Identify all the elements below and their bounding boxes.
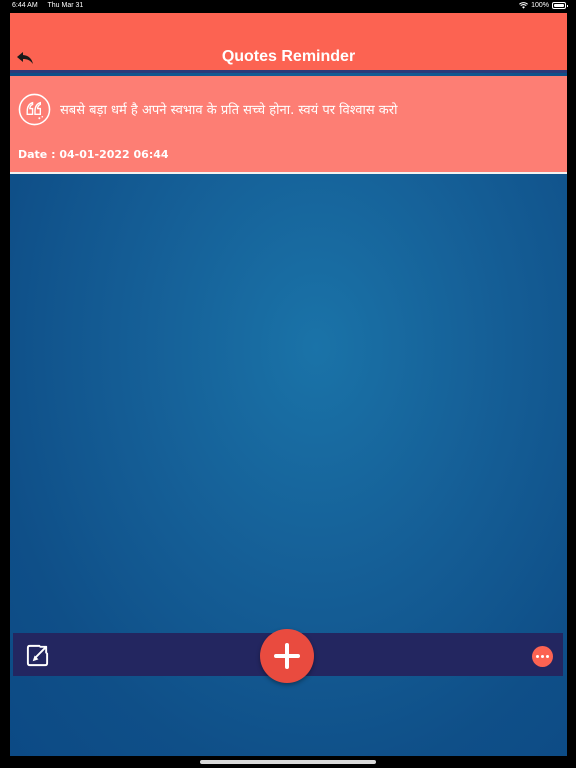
quote-date: Date : 04-01-2022 06:44	[18, 148, 169, 161]
quote-marks-icon	[18, 93, 51, 126]
status-left: 6:44 AM Thu Mar 31	[12, 2, 91, 9]
battery-fill	[554, 4, 564, 7]
battery-icon	[552, 2, 568, 9]
more-button[interactable]	[532, 646, 553, 667]
app-screen: Quotes Reminder सबसे बड़ा धर्म है अपने स…	[10, 13, 567, 756]
battery-percent: 100%	[531, 2, 549, 9]
share-icon[interactable]	[25, 643, 50, 668]
quote-text: सबसे बड़ा धर्म है अपने स्वभाव के प्रति स…	[60, 103, 398, 118]
add-quote-button[interactable]	[260, 629, 314, 683]
status-time: 6:44 AM	[12, 2, 38, 9]
navbar: Quotes Reminder	[10, 13, 567, 73]
status-right: 100%	[519, 2, 568, 9]
status-date: Thu Mar 31	[47, 2, 84, 9]
more-dots-icon	[536, 655, 539, 658]
wifi-icon	[519, 2, 529, 9]
status-bar: 6:44 AM Thu Mar 31 100%	[0, 0, 576, 13]
quote-card[interactable]: सबसे बड़ा धर्म है अपने स्वभाव के प्रति स…	[10, 76, 567, 174]
home-indicator[interactable]	[200, 760, 376, 764]
page-title: Quotes Reminder	[221, 48, 356, 65]
